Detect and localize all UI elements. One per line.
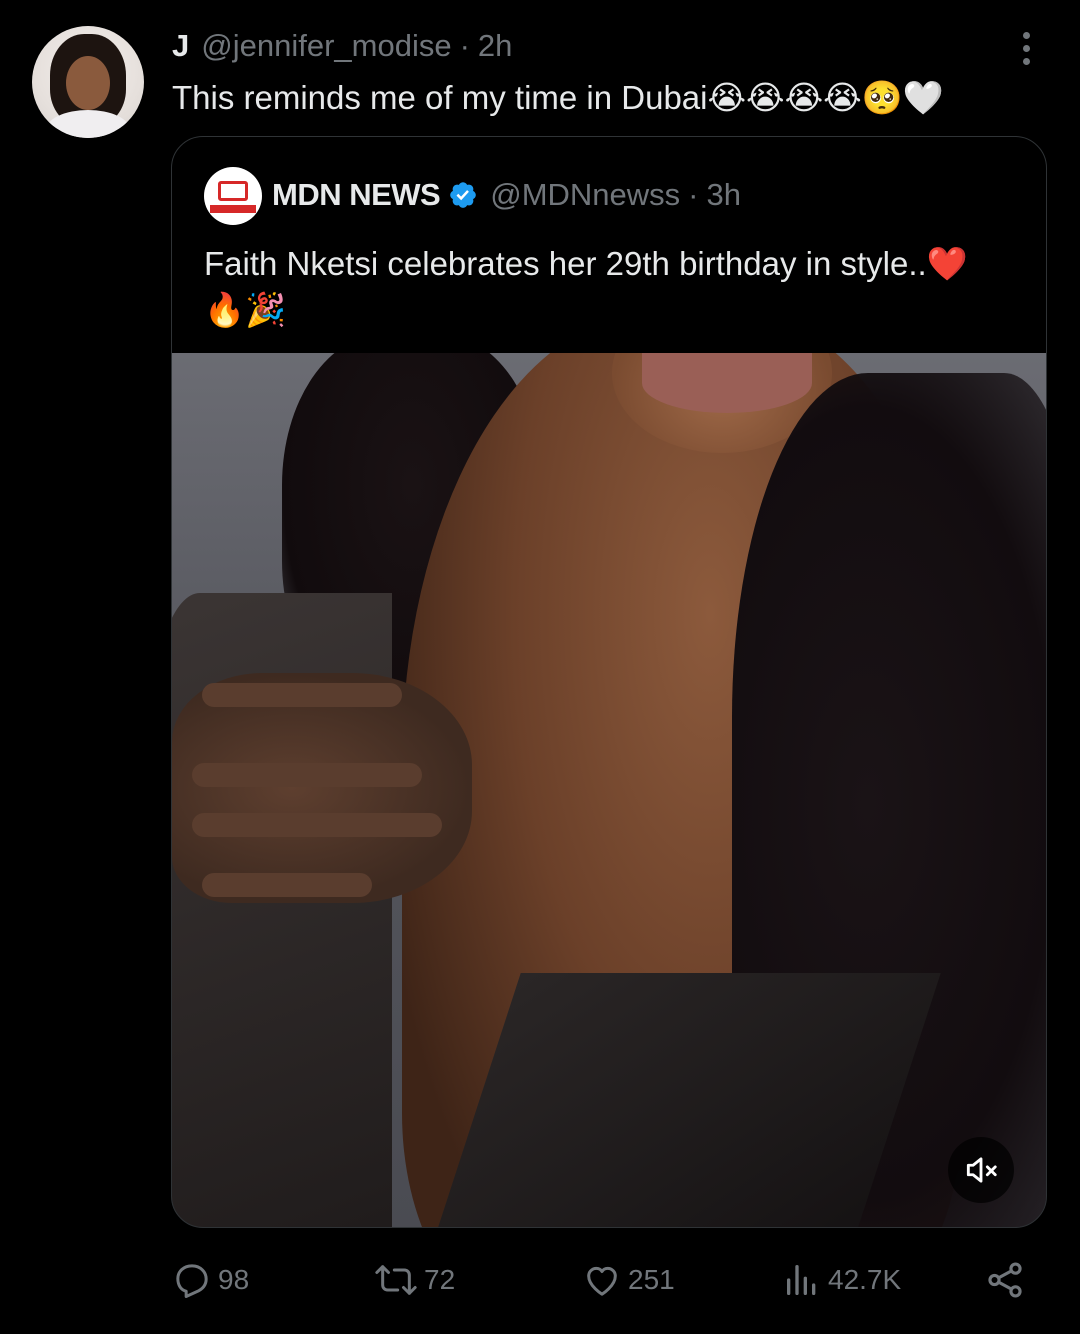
- author-handle[interactable]: @jennifer_modise: [201, 28, 451, 64]
- quoted-author-handle[interactable]: @MDNnewss: [490, 177, 680, 213]
- video-media[interactable]: [172, 353, 1046, 1227]
- quoted-tweet-timestamp[interactable]: 3h: [706, 177, 740, 213]
- more-dots-icon[interactable]: [1006, 28, 1046, 68]
- fire-party-emoji: 🔥🎉: [204, 290, 287, 329]
- tweet-text-emoji: 😭😭😭😭🥺🤍: [707, 78, 944, 117]
- repost-icon: [375, 1265, 417, 1295]
- media-finger: [192, 763, 422, 787]
- avatar-face: [66, 56, 110, 110]
- volume-muted-glyph: [966, 1157, 997, 1183]
- avatar[interactable]: [32, 26, 144, 138]
- volume-muted-icon[interactable]: [948, 1137, 1014, 1203]
- repost-button[interactable]: 72: [374, 1252, 455, 1308]
- tweet-timestamp[interactable]: 2h: [478, 28, 512, 64]
- author-display-name[interactable]: J: [172, 28, 189, 64]
- more-dot: [1022, 57, 1030, 65]
- more-dot: [1022, 44, 1030, 52]
- heart-emoji: ❤️: [926, 244, 968, 283]
- more-dot: [1022, 31, 1030, 39]
- tweet-text-content: This reminds me of my time in Dubai: [172, 79, 708, 116]
- views-button[interactable]: 42.7K: [782, 1252, 901, 1308]
- media-lips: [642, 353, 812, 413]
- tweet-text: This reminds me of my time in Dubai😭😭😭😭🥺…: [172, 76, 944, 120]
- views-chart-icon: [787, 1265, 816, 1295]
- logo-tv-shape: [218, 181, 248, 201]
- quoted-text-line-2: 🔥🎉: [204, 287, 1024, 333]
- quoted-tweet-header: MDN NEWS @MDNnewss · 3h: [272, 173, 741, 217]
- separator-dot: ·: [688, 177, 699, 212]
- quoted-tweet-card[interactable]: MDN NEWS @MDNnewss · 3h Faith Nketsi cel…: [171, 136, 1047, 1228]
- quoted-tweet-text: Faith Nketsi celebrates her 29th birthda…: [204, 241, 1024, 333]
- quoted-text-content: Faith Nketsi celebrates her 29th birthda…: [204, 245, 927, 282]
- heart-icon: [587, 1266, 617, 1296]
- views-count: 42.7K: [828, 1264, 902, 1295]
- logo-bar-shape: [210, 205, 256, 213]
- verified-badge-icon: [450, 182, 477, 208]
- quoted-text-line-1: Faith Nketsi celebrates her 29th birthda…: [204, 241, 1024, 287]
- media-hand: [172, 673, 472, 903]
- media-finger: [202, 683, 402, 707]
- media-finger: [192, 813, 442, 837]
- reply-icon: [176, 1264, 208, 1298]
- media-finger: [202, 873, 372, 897]
- like-count: 251: [628, 1264, 675, 1295]
- separator-dot: ·: [459, 28, 470, 63]
- reply-button[interactable]: 98: [172, 1252, 249, 1308]
- mdn-news-logo[interactable]: [204, 167, 262, 225]
- reply-count: 98: [218, 1264, 250, 1295]
- quoted-author-display-name[interactable]: MDN NEWS: [272, 177, 441, 213]
- tweet[interactable]: J @jennifer_modise · 2h This reminds me …: [0, 0, 1080, 1334]
- share-button[interactable]: [984, 1252, 1026, 1308]
- tweet-actions: 98 72 251 42.7K: [0, 1252, 1080, 1308]
- repost-count: 72: [424, 1264, 456, 1295]
- tweet-header: J @jennifer_modise · 2h: [172, 26, 512, 66]
- like-button[interactable]: 251: [582, 1252, 675, 1308]
- share-icon: [988, 1262, 1022, 1298]
